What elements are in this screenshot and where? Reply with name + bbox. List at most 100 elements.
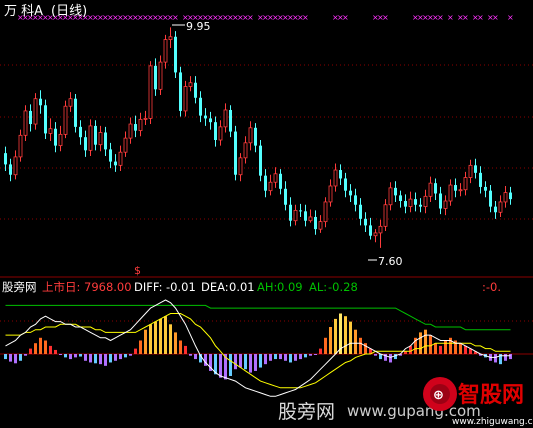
dea-label: DEA:	[201, 280, 229, 294]
al-label: AL:	[309, 280, 327, 294]
macd-bar	[19, 354, 22, 361]
candle-body	[354, 195, 357, 205]
macd-bar	[344, 316, 347, 354]
candle-body	[279, 173, 282, 189]
candle-body	[328, 185, 333, 203]
macd-bar	[409, 345, 412, 354]
macd-bar	[349, 321, 352, 354]
macd-bar	[494, 354, 497, 363]
macd-bar	[279, 354, 282, 360]
candle-body	[474, 165, 477, 173]
candle-body	[323, 201, 328, 223]
candle-body	[143, 118, 148, 120]
macd-bar	[104, 354, 107, 366]
macd-bar	[354, 329, 357, 354]
al-value: -0.28	[328, 280, 358, 294]
candle-body	[194, 82, 197, 98]
macd-bar	[439, 345, 442, 354]
macd-bar	[314, 354, 317, 355]
macd-bar	[159, 318, 162, 354]
candle-body	[419, 204, 422, 207]
candle-body	[234, 131, 237, 175]
macd-bar	[9, 354, 12, 362]
candle-body	[293, 209, 298, 222]
signal-marker: ×	[492, 13, 499, 22]
macd-bar	[134, 348, 137, 354]
macd-bar	[109, 354, 112, 363]
macd-bar	[74, 354, 77, 358]
candle-body	[333, 169, 338, 187]
macd-bar	[254, 354, 257, 371]
signal-markers: ×××××××××××××××××××××××××××××××× ××××××××…	[17, 13, 514, 22]
signal-marker: ×	[342, 13, 349, 22]
signal-marker: ×	[382, 13, 389, 22]
signal-marker: ×	[247, 13, 254, 22]
candle-body	[458, 189, 463, 192]
signal-marker: ×	[447, 13, 454, 22]
macd-bar	[129, 354, 132, 356]
macd-bar	[59, 354, 62, 355]
svg-text:⊕: ⊕	[433, 388, 444, 403]
signal-marker: ×	[302, 13, 309, 22]
candle-body	[394, 187, 397, 196]
candle-body	[484, 186, 487, 191]
stock-chart[interactable]: ×××××××××××××××××××××××××××××××× ××××××××…	[0, 0, 533, 428]
macd-bar	[169, 324, 172, 354]
macd-bar	[249, 354, 252, 373]
macd-bar	[189, 354, 192, 356]
macd-bar	[309, 354, 312, 356]
candle-body	[494, 206, 497, 213]
signal-marker: ×	[477, 13, 484, 22]
macd-bar	[139, 340, 142, 354]
macd-bar	[179, 340, 182, 354]
macd-bar	[124, 354, 127, 358]
chart-period: (日线)	[51, 4, 87, 19]
watermark-site-big: 智股网	[458, 382, 524, 408]
macd-bar	[114, 354, 117, 361]
candle-body	[443, 200, 448, 209]
candle-body	[339, 170, 342, 179]
candle-body	[468, 164, 473, 178]
stock-name: 万 科A	[4, 4, 43, 19]
macd-bar	[304, 354, 307, 358]
candle-body	[98, 132, 103, 146]
diff-label: DIFF:	[134, 280, 162, 294]
macd-bar	[29, 348, 32, 354]
candle-body	[489, 190, 492, 207]
candle-body	[349, 190, 352, 196]
candle-body	[369, 225, 372, 236]
macd-bar	[164, 316, 167, 354]
candle-body	[304, 211, 307, 221]
candle-body	[118, 151, 123, 166]
macd-bar	[44, 340, 47, 354]
candle-body	[18, 134, 23, 158]
candle-body	[308, 216, 313, 222]
candle-body	[463, 177, 468, 191]
candle-body	[13, 156, 18, 176]
candle-body	[268, 181, 273, 192]
candle-body	[88, 125, 93, 151]
candle-body	[318, 221, 323, 230]
candle-body	[109, 149, 112, 162]
candle-body	[428, 182, 433, 197]
candle-body	[63, 105, 68, 135]
candle-body	[188, 82, 193, 87]
candle-body	[423, 195, 428, 208]
macd-bar	[39, 337, 42, 354]
macd-bar	[94, 354, 97, 364]
macd-bar	[154, 321, 157, 354]
candle-body	[23, 110, 28, 136]
signal-marker: ×	[172, 13, 179, 22]
candle-body	[238, 157, 243, 176]
macd-bar	[229, 354, 232, 376]
macd-bar	[389, 354, 392, 363]
candle-body	[414, 199, 417, 205]
macd-bar	[14, 354, 17, 364]
indicator-name[interactable]: 股旁网	[2, 280, 37, 294]
candle-body	[128, 123, 133, 139]
site-logo: ⊕	[423, 377, 457, 411]
macd-bar	[319, 348, 322, 354]
macd-bar	[259, 354, 262, 368]
candle-body	[509, 192, 512, 200]
macd-bar	[274, 354, 277, 360]
